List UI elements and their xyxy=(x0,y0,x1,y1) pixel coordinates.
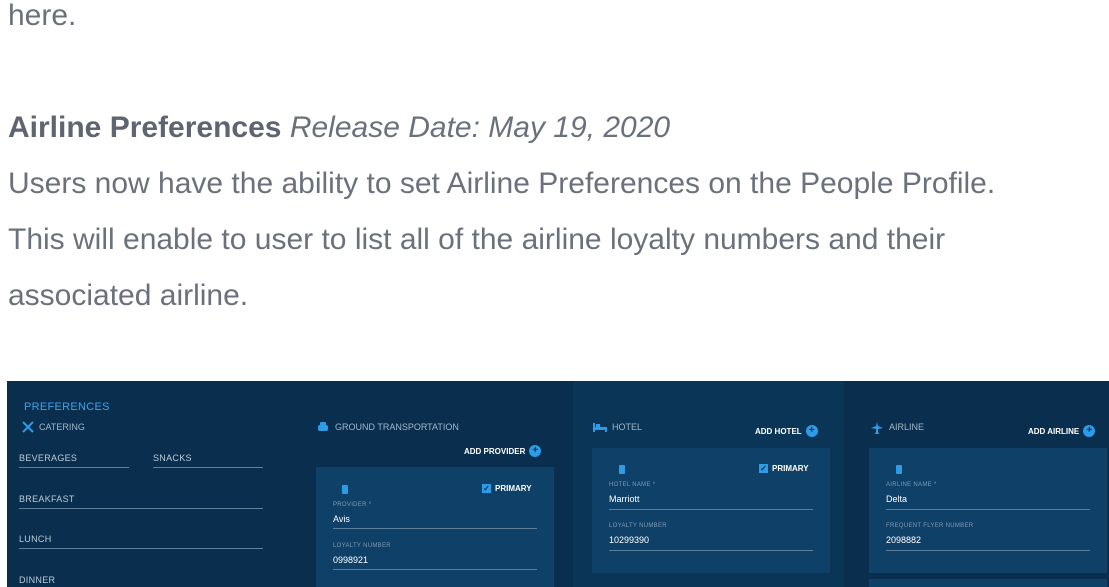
hotel-loyalty-label: LOYALTY NUMBER xyxy=(609,523,667,529)
snacks-label: SNACKS xyxy=(153,453,192,463)
hotel-loyalty-value[interactable]: 10299390 xyxy=(609,535,649,545)
provider-value[interactable]: Avis xyxy=(333,514,350,524)
airplane-icon xyxy=(871,422,883,434)
breakfast-label: BREAKFAST xyxy=(19,494,75,504)
primary-checkbox-provider[interactable]: ✓ PRIMARY xyxy=(482,484,532,493)
article-text-tail: here. xyxy=(8,0,77,32)
hotel-name-value[interactable]: Marriott xyxy=(609,494,640,504)
trash-icon[interactable] xyxy=(619,465,625,474)
airline-card-next xyxy=(869,579,1107,587)
beverages-field[interactable] xyxy=(19,467,129,468)
airline-card xyxy=(869,448,1107,573)
ground-transportation-title: GROUND TRANSPORTATION xyxy=(335,422,459,432)
primary-checkbox-hotel[interactable]: ✓ PRIMARY xyxy=(759,464,809,473)
release-date: Release Date: May 19, 2020 xyxy=(289,111,671,144)
paragraph-line-2: This will enable to user to list all of … xyxy=(8,223,946,256)
cutlery-icon xyxy=(21,421,35,433)
add-airline-label: ADD AIRLINE xyxy=(1028,426,1080,436)
frequent-flyer-value[interactable]: 2098882 xyxy=(886,535,921,545)
bed-icon xyxy=(593,423,607,432)
hotel-name-label: HOTEL NAME * xyxy=(609,482,656,488)
loyalty-number-label: LOYALTY NUMBER xyxy=(333,543,391,549)
catering-title: CATERING xyxy=(39,422,85,432)
add-hotel-button[interactable]: ADD HOTEL + xyxy=(755,425,818,437)
primary-label: PRIMARY xyxy=(772,464,809,473)
section-heading: Airline Preferences Release Date: May 19… xyxy=(8,100,670,156)
primary-label: PRIMARY xyxy=(495,484,532,493)
checkmark-icon: ✓ xyxy=(759,464,768,473)
dinner-label: DINNER xyxy=(19,575,56,585)
provider-field-underline xyxy=(333,528,537,529)
paragraph-line-1: Users now have the ability to set Airlin… xyxy=(8,167,996,200)
plus-icon: + xyxy=(529,445,542,457)
lunch-field[interactable] xyxy=(19,548,263,549)
paragraph-line-3: associated airline. xyxy=(8,279,249,312)
add-airline-button[interactable]: ADD AIRLINE + xyxy=(1028,425,1096,437)
beverages-label: BEVERAGES xyxy=(19,453,78,463)
lunch-label: LUNCH xyxy=(19,534,52,544)
loyalty-number-value[interactable]: 0998921 xyxy=(333,555,368,565)
add-provider-label: ADD PROVIDER xyxy=(464,446,526,456)
car-icon xyxy=(317,422,329,433)
add-provider-button[interactable]: ADD PROVIDER + xyxy=(464,445,542,457)
airline-title: AIRLINE xyxy=(889,422,925,432)
checkmark-icon: ✓ xyxy=(482,484,491,493)
hotel-loyalty-underline xyxy=(609,550,813,551)
trash-icon[interactable] xyxy=(342,485,348,494)
preferences-title: PREFERENCES xyxy=(24,401,110,413)
provider-label: PROVIDER * xyxy=(333,502,372,508)
breakfast-field[interactable] xyxy=(19,508,263,509)
plus-icon: + xyxy=(805,425,818,437)
hotel-title: HOTEL xyxy=(612,422,643,432)
snacks-field[interactable] xyxy=(153,467,263,468)
add-hotel-label: ADD HOTEL xyxy=(755,426,802,436)
preferences-screenshot: PREFERENCES CATERING BEVERAGES SNACKS BR… xyxy=(7,381,1109,587)
hotel-name-underline xyxy=(609,509,813,510)
airline-name-label: AIRLINE NAME * xyxy=(886,482,937,488)
airline-name-underline xyxy=(886,509,1090,510)
trash-icon[interactable] xyxy=(896,465,902,474)
plus-icon: + xyxy=(1083,425,1096,437)
loyalty-field-underline xyxy=(333,569,537,570)
frequent-flyer-label: FREQUENT FLYER NUMBER xyxy=(886,523,974,529)
heading-title: Airline Preferences xyxy=(8,111,282,144)
frequent-flyer-underline xyxy=(886,550,1090,551)
airline-name-value[interactable]: Delta xyxy=(886,494,907,504)
